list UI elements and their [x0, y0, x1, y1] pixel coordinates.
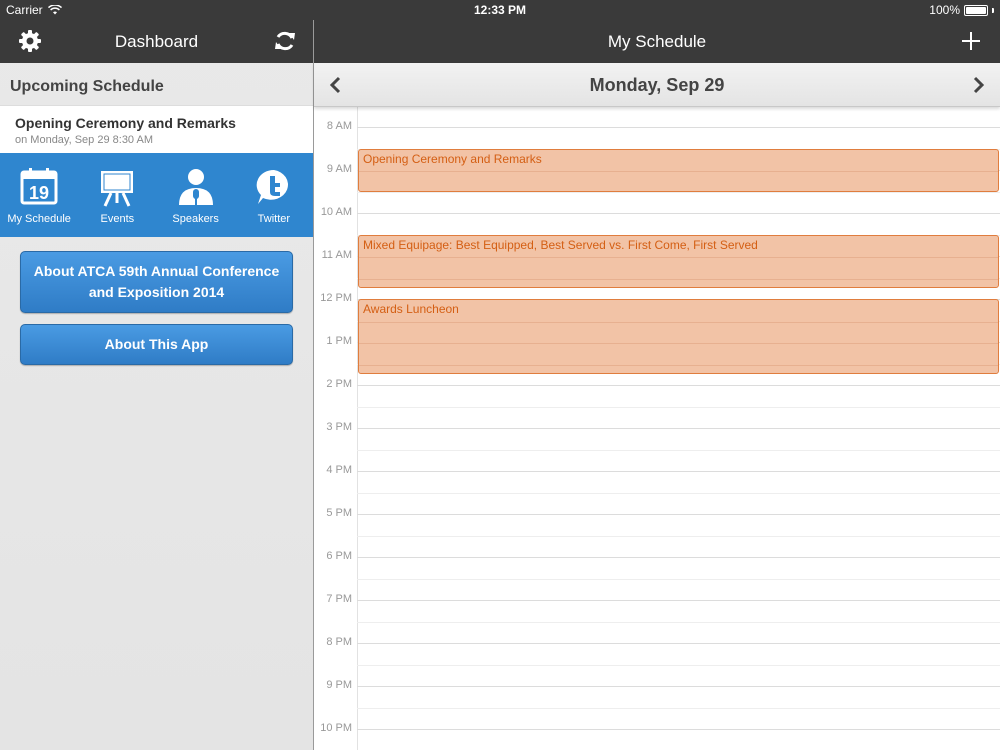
dashboard-pane: Dashboard Upcoming Schedule Opening Cere…	[0, 20, 313, 750]
calendar-icon: 19	[20, 168, 58, 205]
hour-label: 11 AM	[321, 249, 352, 261]
battery-icon	[964, 4, 988, 16]
about-conference-label: About ATCA 59th Annual Conference and Ex…	[33, 263, 280, 300]
nav-speakers[interactable]: Speakers	[157, 153, 235, 237]
hour-label: 1 PM	[326, 335, 352, 347]
upcoming-schedule-title: Upcoming Schedule	[10, 78, 164, 95]
half-hour-line	[357, 664, 1000, 666]
half-hour-line	[357, 621, 1000, 623]
hour-label: 2 PM	[326, 378, 352, 390]
half-hour-line	[357, 492, 1000, 494]
upcoming-event-title: Opening Ceremony and Remarks	[15, 115, 236, 131]
hour-line	[357, 729, 1000, 730]
schedule-event-title: Awards Luncheon	[363, 302, 459, 316]
hour-label: 10 AM	[320, 206, 352, 218]
hour-label: 9 AM	[326, 163, 352, 175]
upcoming-event-time: on Monday, Sep 29 8:30 AM	[15, 134, 153, 146]
half-hour-line	[357, 191, 1000, 193]
battery-indicator: 100%	[929, 3, 994, 17]
easel-icon	[101, 171, 134, 207]
hour-label: 10 PM	[320, 722, 352, 734]
hour-label: 9 PM	[326, 679, 352, 691]
hour-line	[357, 643, 1000, 644]
nav-twitter[interactable]: Twitter	[235, 153, 313, 237]
current-date: Monday, Sep 29	[589, 75, 725, 95]
date-navigator: Monday, Sep 29	[314, 63, 1000, 107]
battery-percent: 100%	[929, 3, 960, 17]
hour-line	[357, 428, 1000, 429]
hour-line	[357, 471, 1000, 472]
hour-label: 3 PM	[326, 421, 352, 433]
nav-events[interactable]: Events	[78, 153, 156, 237]
about-app-label: About This App	[104, 336, 209, 352]
schedule-event-title: Opening Ceremony and Remarks	[363, 151, 542, 166]
half-hour-line	[357, 707, 1000, 709]
calendar-icon-number: 19	[29, 183, 49, 203]
refresh-icon[interactable]	[273, 29, 297, 53]
day-calendar[interactable]: 8 AM 9 AM 10 AM 11 AM 12 PM 1 PM 2 PM 3 PM 4 PM 5…	[314, 107, 1000, 750]
nav-my-schedule-label: My Schedule	[7, 213, 71, 225]
nav-speakers-label: Speakers	[172, 213, 219, 225]
schedule-event[interactable]: Mixed Equipage: Best Equipped, Best Serv…	[358, 234, 999, 289]
nav-my-schedule[interactable]: 19 My Schedule	[0, 153, 78, 237]
half-hour-line	[357, 535, 1000, 537]
hour-line	[357, 557, 1000, 558]
hour-label: 8 PM	[326, 636, 352, 648]
half-hour-line	[357, 406, 1000, 408]
dashboard-header: Dashboard	[0, 20, 313, 63]
hour-label: 4 PM	[326, 464, 352, 476]
hour-label: 7 PM	[326, 593, 352, 605]
dashboard-title: Dashboard	[114, 32, 199, 51]
hour-line	[357, 385, 1000, 386]
hour-line	[357, 213, 1000, 214]
hour-label: 5 PM	[326, 507, 352, 519]
status-time: 12:33 PM	[473, 3, 527, 17]
speaker-icon	[178, 169, 213, 205]
nav-events-label: Events	[100, 213, 135, 225]
hour-label: 6 PM	[326, 550, 352, 562]
upcoming-event-item[interactable]: Opening Ceremony and Remarks on Monday, …	[0, 105, 313, 153]
schedule-event-title: Mixed Equipage: Best Equipped, Best Serv…	[363, 237, 758, 252]
half-hour-line	[357, 449, 1000, 451]
about-conference-button[interactable]: About ATCA 59th Annual Conference and Ex…	[20, 251, 293, 313]
add-icon[interactable]	[960, 30, 982, 52]
schedule-header: My Schedule	[314, 20, 1000, 63]
hour-label: 12 PM	[320, 292, 352, 304]
next-day-icon[interactable]	[968, 75, 988, 95]
status-bar: Carrier 12:33 PM 100%	[0, 0, 1000, 20]
hour-line	[357, 127, 1000, 128]
twitter-icon	[256, 169, 288, 204]
hour-line	[357, 514, 1000, 515]
nav-grid: 19 My Schedule Events Speakers Twitter	[0, 153, 313, 237]
schedule-title: My Schedule	[607, 32, 707, 51]
hour-label: 8 AM	[326, 120, 352, 132]
hour-line	[357, 600, 1000, 601]
half-hour-line	[357, 578, 1000, 580]
nav-twitter-label: Twitter	[257, 213, 291, 225]
schedule-pane: My Schedule Monday, Sep 29 8 AM 9 AM 10 AM…	[314, 20, 1000, 750]
hour-line	[357, 686, 1000, 687]
schedule-event[interactable]: Awards Luncheon	[358, 299, 999, 375]
schedule-event[interactable]: Opening Ceremony and Remarks	[358, 148, 999, 192]
about-app-button[interactable]: About This App	[20, 324, 293, 365]
